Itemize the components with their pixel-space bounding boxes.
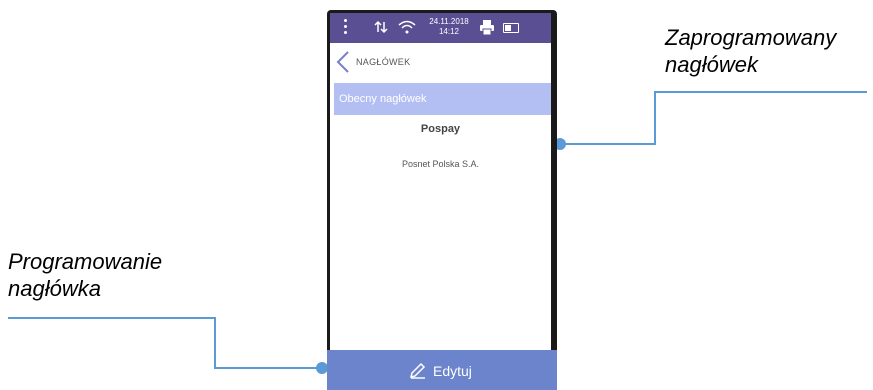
page-title: NAGŁÓWEK xyxy=(356,57,411,67)
status-date: 24.11.2018 xyxy=(429,17,469,26)
status-time: 14:12 xyxy=(438,27,460,36)
current-header-line-2: Posnet Polska S.A. xyxy=(401,159,480,169)
printer-icon xyxy=(479,20,495,40)
device-screen: 24.11.2018 14:12 NAGŁÓWEK Obecny nagłówe… xyxy=(330,13,551,387)
wifi-icon xyxy=(398,20,416,39)
current-header-line-1: Pospay xyxy=(420,123,461,135)
chevron-left-icon[interactable] xyxy=(336,51,350,78)
sync-arrows-icon xyxy=(374,20,388,39)
device-frame: 24.11.2018 14:12 NAGŁÓWEK Obecny nagłówe… xyxy=(327,10,557,390)
section-current-header: Obecny nagłówek xyxy=(334,83,551,115)
pencil-icon xyxy=(409,361,427,382)
connector-left xyxy=(8,317,322,369)
app-header: NAGŁÓWEK xyxy=(330,43,551,77)
connector-right xyxy=(560,91,867,145)
status-bar: 24.11.2018 14:12 xyxy=(330,13,551,43)
edit-button[interactable]: Edytuj xyxy=(327,350,557,390)
battery-icon xyxy=(503,23,519,33)
status-datetime: 24.11.2018 14:12 xyxy=(424,17,474,37)
menu-dots-icon[interactable] xyxy=(344,19,347,37)
edit-button-label: Edytuj xyxy=(433,363,472,379)
